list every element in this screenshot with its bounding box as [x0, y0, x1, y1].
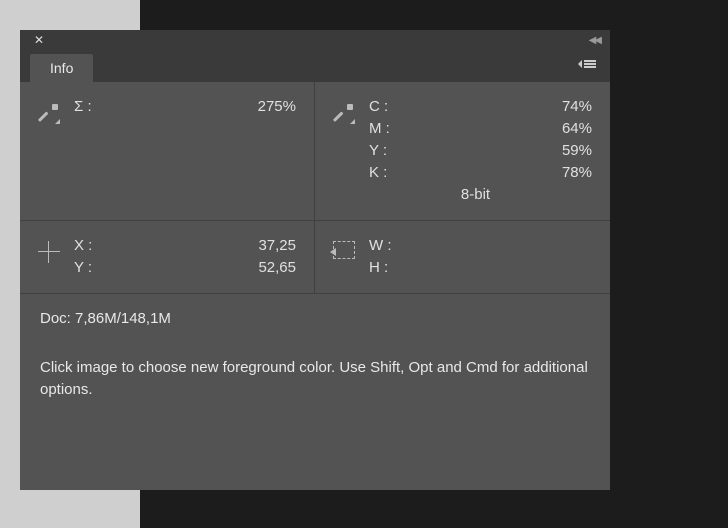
row-y: Y : 59% [369, 140, 592, 162]
c-label: C : [369, 96, 388, 118]
panel-body: Info Σ : 275% [20, 50, 610, 490]
row-y2: Y : 52,65 [74, 257, 296, 279]
row-c: C : 74% [369, 96, 592, 118]
info-grid: Σ : 275% C : 74% [20, 82, 610, 294]
cell-cmyk: C : 74% M : 64% Y : 59% K : [315, 82, 610, 221]
cell-xy: X : 37,25 Y : 52,65 [20, 221, 315, 294]
x-label: X : [74, 235, 92, 257]
panel-titlebar[interactable]: ✕ ◀◀ [20, 30, 610, 50]
eyedropper-icon[interactable] [333, 102, 355, 124]
y2-value: 52,65 [258, 257, 296, 279]
row-h: H : [369, 257, 592, 279]
x-value: 37,25 [258, 235, 296, 257]
collapse-icon[interactable]: ◀◀ [589, 35, 600, 46]
m-label: M : [369, 118, 390, 140]
eyedropper-icon[interactable] [38, 102, 60, 124]
tab-bar: Info [20, 50, 610, 82]
y-label: Y : [369, 140, 387, 162]
k-label: K : [369, 162, 387, 184]
k-value: 78% [562, 162, 592, 184]
row-x: X : 37,25 [74, 235, 296, 257]
cell-wh: W : H : [315, 221, 610, 294]
panel-menu-icon[interactable] [578, 58, 598, 70]
m-value: 64% [562, 118, 592, 140]
sigma-label: Σ : [74, 96, 92, 118]
row-sigma: Σ : 275% [74, 96, 296, 118]
tab-info[interactable]: Info [30, 54, 93, 82]
sigma-value: 275% [258, 96, 296, 118]
h-label: H : [369, 257, 388, 279]
w-label: W : [369, 235, 392, 257]
hint-text: Click image to choose new foreground col… [20, 343, 610, 415]
cell-total-ink: Σ : 275% [20, 82, 315, 221]
doc-prefix: Doc: [40, 310, 71, 327]
selection-icon [333, 241, 355, 259]
crosshair-icon [38, 241, 60, 263]
doc-value: 7,86M/148,1M [75, 310, 171, 327]
c-value: 74% [562, 96, 592, 118]
doc-size: Doc: 7,86M/148,1M [20, 294, 610, 343]
y2-label: Y : [74, 257, 92, 279]
info-panel: ✕ ◀◀ Info Σ : 275% [20, 30, 610, 490]
row-m: M : 64% [369, 118, 592, 140]
close-icon[interactable]: ✕ [30, 33, 48, 47]
bit-depth: 8-bit [329, 184, 592, 206]
row-w: W : [369, 235, 592, 257]
row-k: K : 78% [369, 162, 592, 184]
y-value: 59% [562, 140, 592, 162]
